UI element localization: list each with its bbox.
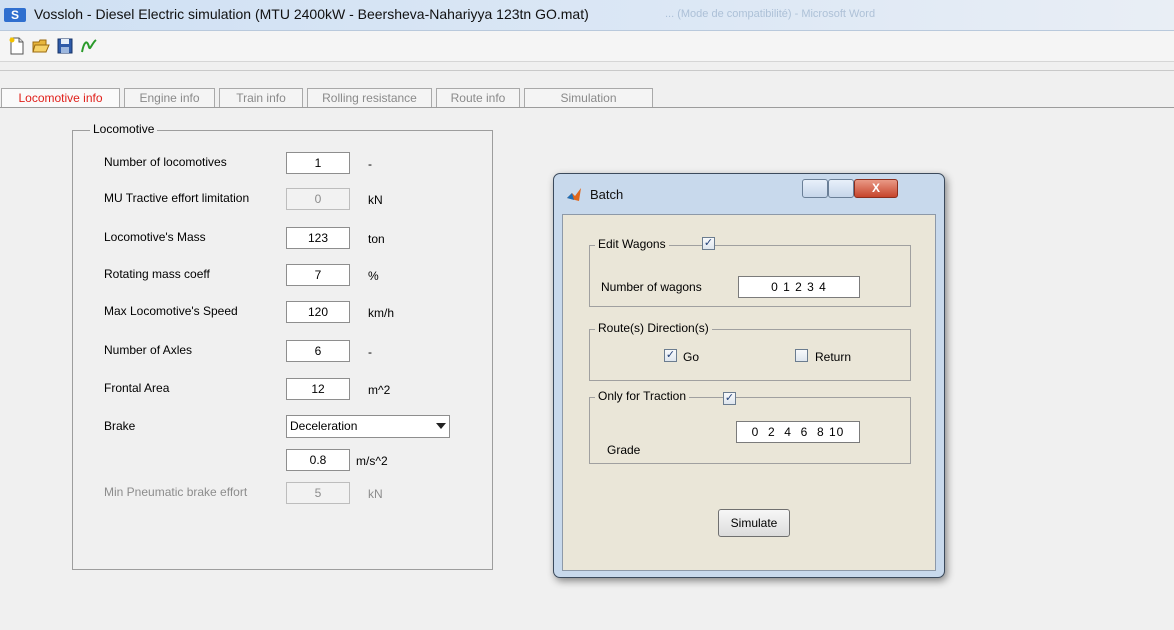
- number-of-axles-label: Number of Axles: [104, 343, 193, 357]
- only-for-traction-checkbox[interactable]: ✓: [723, 392, 736, 405]
- locomotive-mass-field[interactable]: 123: [286, 227, 350, 249]
- number-of-locomotives-label: Number of locomotives: [104, 155, 227, 169]
- window-controls: X: [802, 179, 936, 200]
- deceleration-unit: m/s^2: [356, 454, 388, 468]
- window-titlebar[interactable]: S Vossloh - Diesel Electric simulation (…: [0, 0, 1174, 31]
- edit-wagons-title: Edit Wagons: [595, 237, 669, 251]
- tab-simulation[interactable]: Simulation: [524, 88, 653, 107]
- brake-type-selected: Deceleration: [290, 419, 358, 433]
- window-title: Vossloh - Diesel Electric simulation (MT…: [34, 6, 589, 22]
- batch-dialog-title: Batch: [590, 187, 624, 202]
- min-pneumatic-brake-label: Min Pneumatic brake effort: [104, 485, 248, 499]
- matlab-icon[interactable]: [80, 37, 98, 55]
- return-checkbox[interactable]: [795, 349, 808, 362]
- number-of-wagons-label: Number of wagons: [601, 280, 702, 294]
- frontal-area-label: Frontal Area: [104, 381, 170, 395]
- rotating-mass-coeff-label: Rotating mass coeff: [104, 267, 210, 281]
- mu-tractive-effort-label: MU Tractive effort limitation: [104, 191, 250, 205]
- max-speed-field[interactable]: 120: [286, 301, 350, 323]
- number-of-locomotives-field[interactable]: 1: [286, 152, 350, 174]
- max-speed-label: Max Locomotive's Speed: [104, 304, 238, 318]
- locomotive-mass-label: Locomotive's Mass: [104, 230, 206, 244]
- tab-rolling-resistance[interactable]: Rolling resistance: [307, 88, 432, 107]
- mu-tractive-effort-unit: kN: [368, 193, 383, 207]
- batch-dialog[interactable]: Batch X Edit Wagons ✓ Number of wagons 0…: [553, 173, 945, 578]
- chevron-down-icon[interactable]: [436, 423, 446, 429]
- locomotive-mass-unit: ton: [368, 232, 385, 246]
- tab-train-info[interactable]: Train info: [219, 88, 303, 107]
- open-folder-icon[interactable]: [32, 37, 50, 55]
- maximize-button[interactable]: [828, 179, 854, 198]
- brake-label: Brake: [104, 419, 136, 433]
- rotating-mass-coeff-field[interactable]: 7: [286, 264, 350, 286]
- number-of-locomotives-unit: -: [368, 157, 372, 171]
- simulate-button[interactable]: Simulate: [718, 509, 790, 537]
- tab-strip-border: [0, 107, 1174, 108]
- grade-field[interactable]: 0 2 4 6 8 10: [736, 421, 860, 443]
- matlab-logo-icon: [567, 188, 581, 201]
- rotating-mass-coeff-unit: %: [368, 269, 379, 283]
- tab-locomotive-info[interactable]: Locomotive info: [1, 88, 120, 107]
- grade-label: Grade: [607, 443, 641, 457]
- frontal-area-field[interactable]: 12: [286, 378, 350, 400]
- max-speed-unit: km/h: [368, 306, 395, 320]
- only-for-traction-title: Only for Traction: [595, 389, 690, 403]
- deceleration-field[interactable]: 0.8: [286, 449, 350, 471]
- app-s-icon: S: [4, 8, 26, 22]
- route-direction-panel: [589, 329, 911, 381]
- brake-type-select[interactable]: Deceleration: [286, 415, 450, 438]
- number-of-wagons-field[interactable]: 0 1 2 3 4: [738, 276, 860, 298]
- tab-route-info[interactable]: Route info: [436, 88, 520, 107]
- close-button[interactable]: X: [854, 179, 898, 198]
- edit-wagons-checkbox[interactable]: ✓: [702, 237, 715, 250]
- go-checkbox[interactable]: ✓: [664, 349, 677, 362]
- toolbar-separator: [0, 70, 1174, 71]
- batch-dialog-body: Edit Wagons ✓ Number of wagons 0 1 2 3 4…: [562, 214, 936, 571]
- mu-tractive-effort-field: 0: [286, 188, 350, 210]
- min-pneumatic-brake-field: 5: [286, 482, 350, 504]
- route-direction-title: Route(s) Direction(s): [595, 321, 712, 335]
- go-label: Go: [683, 350, 700, 364]
- number-of-axles-field[interactable]: 6: [286, 340, 350, 362]
- background-window-title: ... (Mode de compatibilité) - Microsoft …: [665, 8, 876, 20]
- number-of-axles-unit: -: [368, 345, 372, 359]
- frontal-area-unit: m^2: [368, 383, 391, 397]
- tab-engine-info[interactable]: Engine info: [124, 88, 215, 107]
- min-pneumatic-brake-unit: kN: [368, 487, 383, 501]
- return-label: Return: [815, 350, 852, 364]
- new-file-icon[interactable]: [8, 37, 26, 55]
- save-icon[interactable]: [56, 37, 74, 55]
- toolbar: [0, 31, 1174, 62]
- minimize-button[interactable]: [802, 179, 828, 198]
- locomotive-group-title: Locomotive: [90, 122, 158, 136]
